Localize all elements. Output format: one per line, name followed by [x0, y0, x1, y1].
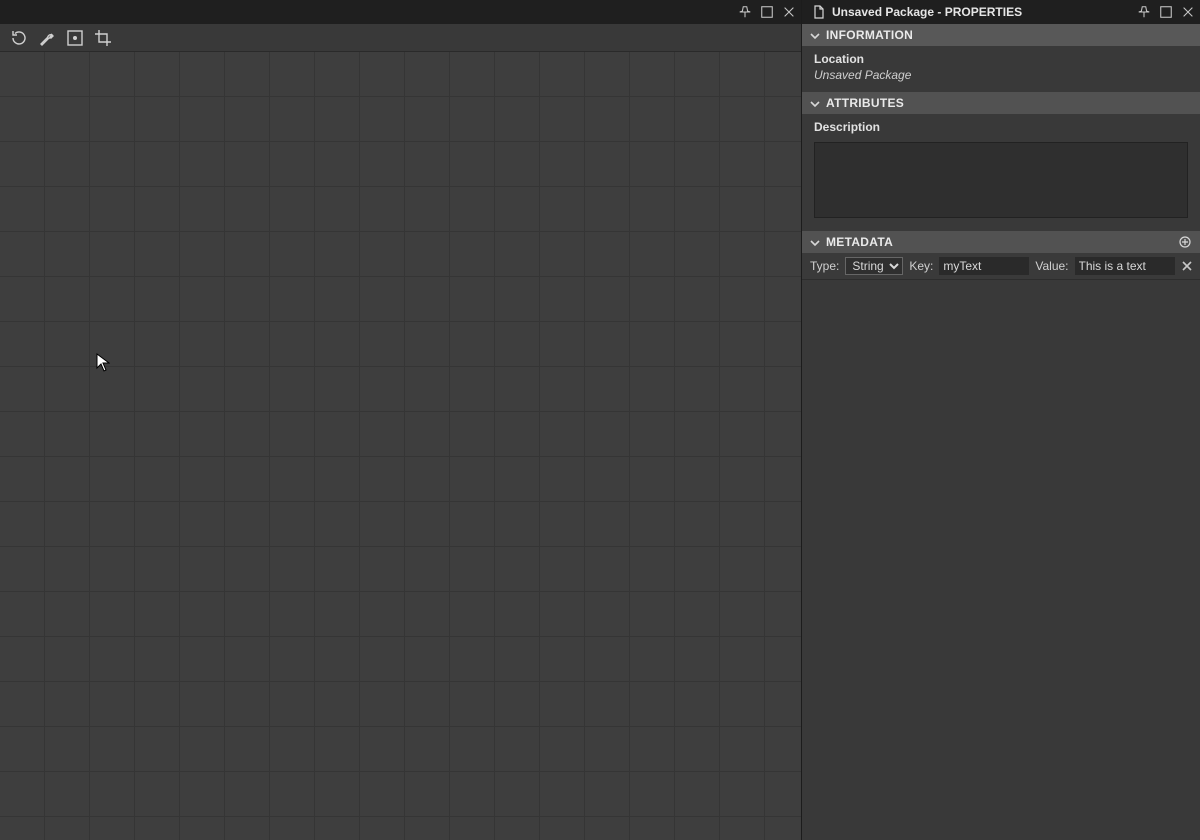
metadata-row: Type: String Key: Value: — [802, 253, 1200, 280]
frame-icon[interactable] — [66, 29, 84, 47]
canvas-panel — [0, 0, 802, 840]
location-value: Unsaved Package — [814, 68, 1188, 82]
location-label: Location — [814, 52, 1188, 66]
pin-icon[interactable] — [737, 4, 753, 20]
canvas-titlebar — [0, 0, 801, 24]
maximize-icon[interactable] — [759, 4, 775, 20]
wrench-icon[interactable] — [38, 29, 56, 47]
chevron-down-icon — [810, 98, 820, 108]
section-body-information: Location Unsaved Package — [802, 46, 1200, 92]
canvas-grid — [0, 52, 801, 840]
properties-panel: Unsaved Package - PROPERTIES INFORMATION… — [802, 0, 1200, 840]
section-header-attributes[interactable]: ATTRIBUTES — [802, 92, 1200, 114]
section-header-metadata[interactable]: METADATA — [802, 231, 1200, 253]
properties-title: Unsaved Package - PROPERTIES — [832, 5, 1022, 19]
document-icon — [812, 5, 826, 19]
metadata-type-select[interactable]: String — [845, 257, 903, 275]
description-label: Description — [814, 120, 1188, 134]
canvas-toolbar — [0, 24, 801, 52]
metadata-value-label: Value: — [1033, 259, 1070, 273]
pin-icon[interactable] — [1136, 4, 1152, 20]
add-metadata-icon[interactable] — [1178, 235, 1192, 249]
metadata-type-label: Type: — [808, 259, 841, 273]
canvas-area[interactable] — [0, 52, 801, 840]
description-input[interactable] — [814, 142, 1188, 218]
properties-titlebar: Unsaved Package - PROPERTIES — [802, 0, 1200, 24]
section-title-attributes: ATTRIBUTES — [826, 96, 904, 110]
refresh-icon[interactable] — [10, 29, 28, 47]
close-icon[interactable] — [781, 4, 797, 20]
section-body-attributes: Description — [802, 114, 1200, 231]
remove-metadata-icon[interactable] — [1180, 259, 1194, 273]
maximize-icon[interactable] — [1158, 4, 1174, 20]
metadata-value-input[interactable] — [1075, 257, 1175, 275]
close-icon[interactable] — [1180, 4, 1196, 20]
chevron-down-icon — [810, 237, 820, 247]
chevron-down-icon — [810, 30, 820, 40]
metadata-key-input[interactable] — [939, 257, 1029, 275]
crop-icon[interactable] — [94, 29, 112, 47]
section-title-metadata: METADATA — [826, 235, 893, 249]
section-title-information: INFORMATION — [826, 28, 913, 42]
section-header-information[interactable]: INFORMATION — [802, 24, 1200, 46]
metadata-key-label: Key: — [907, 259, 935, 273]
